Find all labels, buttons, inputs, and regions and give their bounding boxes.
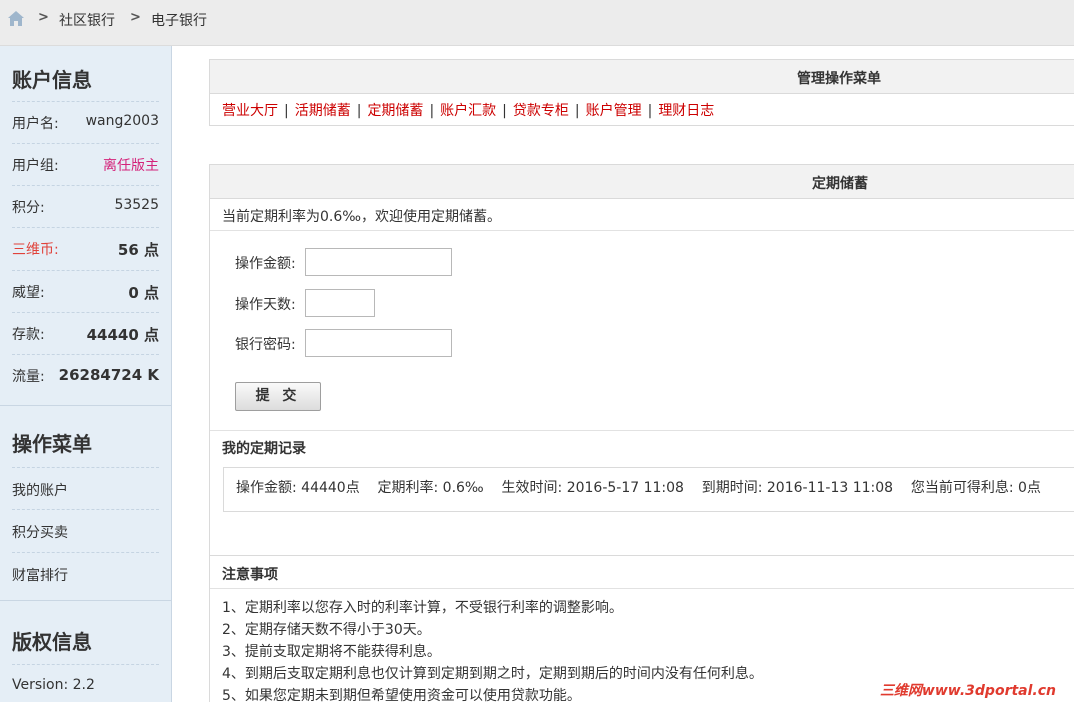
traffic-value: 26284724 K [58,366,159,384]
coins-label: 三维币: [12,242,59,258]
version-text: Version: 2.2 [12,677,95,693]
menu-separator: | [502,103,507,119]
link-fixed-savings[interactable]: 定期储蓄 [367,103,423,119]
deposit-label: 存款: [12,327,45,343]
record-item: 操作金额: 44440点 定期利率: 0.6‰ 生效时间: 2016-5-17 … [223,467,1074,512]
breadcrumb: > 社区银行 > 电子银行 [0,0,1074,46]
points-label: 积分: [12,200,45,216]
password-input[interactable] [305,329,452,357]
sidebar-divider [0,405,171,406]
records-header: 我的定期记录 [210,430,1074,462]
fixed-deposit-header: 定期储蓄 [210,165,1074,199]
account-row-points: 积分: 53525 [12,185,159,227]
usergroup-value: 离任版主 [103,158,159,174]
copyright-title: 版权信息 [12,630,92,654]
menu-separator: | [647,103,653,119]
sidebar-item-wealth-ranking[interactable]: 财富排行 [12,552,159,594]
sidebar-item-label: 积分买卖 [12,525,68,541]
link-finance-log[interactable]: 理财日志 [658,103,714,119]
password-label: 银行密码: [235,337,296,353]
sidebar: 账户信息 用户名: wang2003 用户组: 离任版主 积分: 53525 三… [0,46,172,702]
days-label: 操作天数: [235,297,296,313]
link-current-savings[interactable]: 活期储蓄 [295,103,351,119]
sidebar-divider [0,600,171,601]
amount-input[interactable] [305,248,452,276]
breadcrumb-separator: > [38,10,49,25]
home-icon[interactable] [7,10,25,27]
note-item: 4、到期后支取定期利息也仅计算到定期到期之时，定期到期后的时间内没有任何利息。 [222,666,763,682]
link-account-management[interactable]: 账户管理 [586,103,642,119]
account-info-title: 账户信息 [12,68,92,92]
menu-separator: | [574,103,580,119]
menu-separator: | [356,103,362,119]
account-row-coins: 三维币: 56 点 [12,227,159,269]
operation-menu-title: 操作菜单 [12,432,92,456]
menu-separator: | [284,103,289,119]
sidebar-item-label: 财富排行 [12,568,68,584]
account-row-prestige: 威望: 0 点 [12,270,159,312]
records-title: 我的定期记录 [222,441,306,457]
days-input[interactable] [305,289,375,317]
watermark: 三维网www.3dportal.cn [879,683,1056,699]
menu-separator: | [429,103,435,119]
sidebar-item-my-account[interactable]: 我的账户 [12,467,159,509]
record-text: 操作金额: 44440点 定期利率: 0.6‰ 生效时间: 2016-5-17 … [236,480,1041,496]
note-item: 5、如果您定期未到期但希望使用资金可以使用贷款功能。 [222,688,581,702]
notes-header: 注意事项 [210,555,1074,589]
rate-info-text: 当前定期利率为0.6‰，欢迎使用定期储蓄。 [222,209,502,225]
divider [210,230,1074,231]
note-item: 3、提前支取定期将不能获得利息。 [222,644,441,660]
management-menu-header: 管理操作菜单 [210,60,1074,94]
sidebar-item-points-trade[interactable]: 积分买卖 [12,509,159,551]
breadcrumb-ebank[interactable]: 电子银行 [151,10,207,30]
prestige-label: 威望: [12,285,45,301]
link-business-hall[interactable]: 营业大厅 [222,103,278,119]
note-item: 1、定期利率以您存入时的利率计算，不受银行利率的调整影响。 [222,600,623,616]
traffic-label: 流量: [12,369,45,385]
breadcrumb-separator: > [130,10,141,25]
account-row-username: 用户名: wang2003 [12,101,159,143]
note-item: 2、定期存储天数不得小于30天。 [222,622,431,638]
breadcrumb-community-bank[interactable]: 社区银行 [59,10,115,30]
management-menu-title: 管理操作菜单 [797,71,881,87]
username-value: wang2003 [85,113,159,129]
link-loan-counter[interactable]: 贷款专柜 [513,103,569,119]
account-row-traffic: 流量: 26284724 K [12,354,159,396]
sidebar-item-label: 我的账户 [12,483,68,499]
link-remittance[interactable]: 账户汇款 [440,103,496,119]
fixed-deposit-title: 定期储蓄 [812,176,868,192]
version-row: Version: 2.2 [12,664,159,702]
notes-title: 注意事项 [222,567,278,583]
account-row-usergroup: 用户组: 离任版主 [12,143,159,185]
submit-button[interactable]: 提 交 [235,382,321,411]
prestige-value: 0 点 [128,284,159,302]
deposit-value: 44440 点 [86,326,159,344]
account-row-deposit: 存款: 44440 点 [12,312,159,354]
usergroup-label: 用户组: [12,158,59,174]
username-label: 用户名: [12,116,59,132]
coins-value: 56 点 [117,241,159,259]
points-value: 53525 [114,197,159,213]
bank-menu-links: 营业大厅 | 活期储蓄 | 定期储蓄 | 账户汇款 | 贷款专柜 | 账户管理 | 理财日志 [222,100,714,120]
amount-label: 操作金额: [235,256,296,272]
